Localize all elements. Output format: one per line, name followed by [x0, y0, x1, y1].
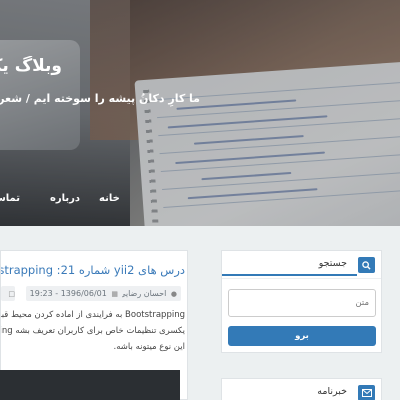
search-submit-button[interactable]: برو [228, 326, 376, 346]
nav-item-about[interactable]: درباره [50, 193, 80, 204]
excerpt-line: یکسری تنظیمات خاص برای کاربران تعریف بشه… [1, 326, 185, 336]
comments-badge[interactable]: □ [1, 286, 15, 301]
envelope-icon [358, 385, 375, 400]
author-badge[interactable]: ● احسان رضایی [115, 286, 181, 301]
post-meta: ● احسان رضایی ▦ 1396/06/01 - 19:23 □ [1, 286, 187, 302]
excerpt-line: این نوع میتونه باشه. [113, 342, 185, 352]
search-input[interactable] [228, 289, 376, 317]
post-excerpt: Bootstrapping به فرایندی از آماده کردن م… [1, 310, 185, 374]
site-title-container: وبلاگ یک توسعه دهنده [0, 56, 62, 82]
date-badge: ▦ 1396/06/01 - 19:23 [25, 286, 122, 301]
user-icon: ● [170, 290, 177, 298]
search-icon [358, 257, 375, 273]
post-title-container: درس های yii2 شماره 21: Bootstrapping [1, 263, 185, 281]
nav-item-contact[interactable]: تماس [0, 193, 20, 204]
header-hero: وبلاگ یک توسعه دهنده ما کارِ دکانُ پیشه … [0, 0, 400, 226]
comment-icon: □ [8, 290, 15, 298]
search-widget-title: جستجو [318, 258, 347, 269]
site-tagline: ما کارِ دکانُ پیشه را سوخته ایم / شعر و … [0, 92, 200, 105]
main-nav: خانه درباره تماس [0, 193, 130, 213]
post-date: 1396/06/01 - 19:23 [29, 289, 107, 298]
excerpt-line: Bootstrapping به فرایندی از آماده کردن م… [1, 310, 185, 320]
nav-item-home[interactable]: خانه [99, 193, 120, 204]
author-name: احسان رضایی [119, 289, 167, 298]
site-title[interactable]: وبلاگ یک توسعه دهنده [0, 56, 62, 76]
post-featured-image[interactable] [0, 370, 180, 400]
widget-header-underline [222, 274, 357, 276]
calendar-icon: ▦ [111, 290, 118, 298]
newsletter-widget-header: خبرنامه [222, 379, 381, 400]
newsletter-widget-title: خبرنامه [317, 386, 347, 397]
site-tagline-container: ما کارِ دکانُ پیشه را سوخته ایم / شعر و … [0, 92, 200, 110]
newsletter-widget: خبرنامه [221, 378, 382, 400]
search-widget: جستجو برو [221, 250, 382, 353]
post-title[interactable]: درس های yii2 شماره 21: Bootstrapping [1, 263, 185, 277]
search-widget-header: جستجو [222, 251, 381, 279]
